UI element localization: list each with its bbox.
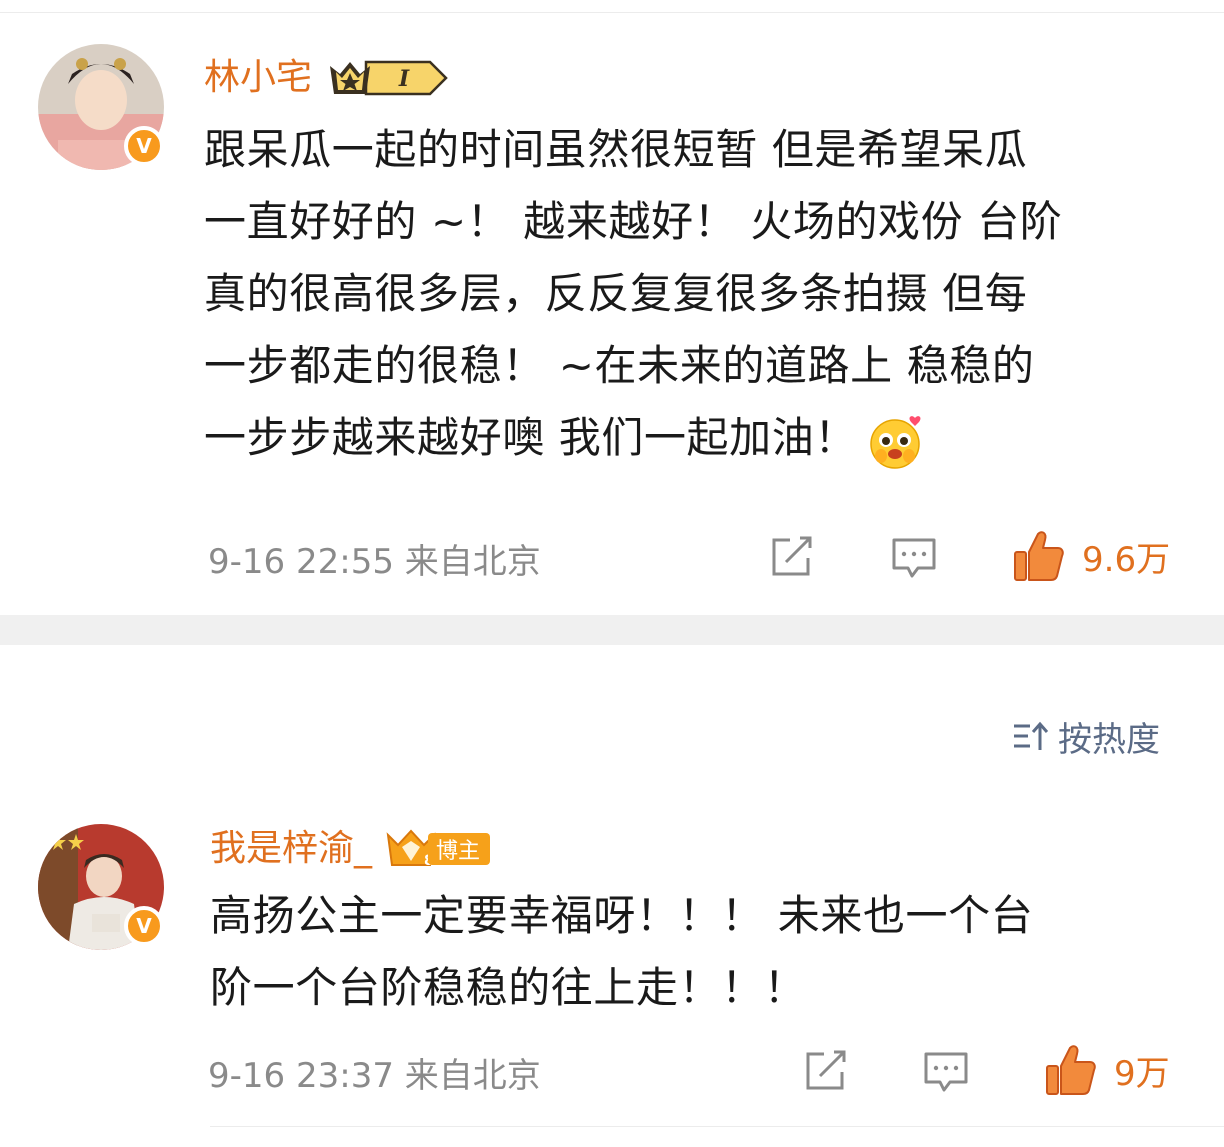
comment-text: 高扬公主一定要幸福呀！！！ 未来也一个台 阶一个台阶稳稳的往上走！！！ (210, 880, 1200, 1024)
name-row: 林小宅 I (204, 52, 450, 104)
section-divider (0, 615, 1224, 645)
like-button[interactable]: 9.6万 (1012, 528, 1170, 584)
name-row: 我是梓渝_ 8 博主 (210, 826, 491, 872)
comment-line: 阶一个台阶稳稳的往上走！！！ (210, 963, 807, 1012)
share-button[interactable] (802, 1048, 850, 1094)
sort-icon (1014, 721, 1049, 750)
verified-badge: V (124, 906, 164, 946)
comment-time: 9-16 22:55 (208, 542, 394, 582)
verified-badge: V (124, 126, 164, 166)
username[interactable]: 我是梓渝_ (210, 827, 372, 871)
comment-icon (892, 538, 936, 578)
like-icon (1014, 531, 1064, 581)
comment-line: 一步都走的很稳！ ~在未来的道路上 稳稳的 (204, 341, 1035, 390)
sort-label: 按热度 (1058, 720, 1160, 760)
share-button[interactable] (768, 534, 816, 580)
emoji-icon (867, 412, 925, 470)
comment-line: 真的很高很多层，反反复复很多条拍摄 但每 (204, 269, 1028, 318)
svg-text:I: I (398, 66, 410, 92)
comment-line-last: 一步步越来越好噢 我们一起加油！ (204, 402, 1194, 474)
crown-badge-icon[interactable]: I (326, 56, 450, 100)
share-icon (772, 536, 812, 576)
comment-meta: 9-16 23:37 来自北京 (208, 1048, 541, 1097)
comment-item: V 林小宅 I 跟呆瓜一起的时间虽然很短暂 但是希望呆瓜 一直好好的 ~！ 越来… (0, 30, 1224, 610)
like-count: 9.6万 (1082, 539, 1171, 580)
username[interactable]: 林小宅 (204, 56, 312, 100)
comment-item: V 我是梓渝_ 8 博主 高扬公主一定要幸福呀！！！ 未来也一个台 阶一个台阶稳… (0, 800, 1224, 1140)
comment-line: 一直好好的 ~！ 越来越好！ 火场的戏份 台阶 (204, 197, 1063, 246)
comment-line-text: 一步步越来越好噢 我们一起加油！ (204, 413, 857, 462)
like-button[interactable]: 9万 (1044, 1042, 1170, 1098)
blogger-tag: 博主 (428, 833, 491, 865)
comment-location: 来自北京 (404, 1056, 541, 1096)
blogger-badge[interactable]: 8 博主 (384, 827, 491, 871)
comment-meta: 9-16 22:55 来自北京 (208, 534, 541, 583)
comment-time: 9-16 23:37 (208, 1056, 394, 1096)
comment-line: 高扬公主一定要幸福呀！！！ 未来也一个台 (210, 891, 1034, 940)
sort-toggle[interactable]: 按热度 (1010, 712, 1160, 761)
comments-page: V 林小宅 I 跟呆瓜一起的时间虽然很短暂 但是希望呆瓜 一直好好的 ~！ 越来… (0, 0, 1224, 1147)
share-icon (806, 1050, 846, 1090)
divider (0, 12, 1224, 13)
like-icon (1046, 1045, 1096, 1095)
comment-text: 跟呆瓜一起的时间虽然很短暂 但是希望呆瓜 一直好好的 ~！ 越来越好！ 火场的戏… (204, 114, 1194, 474)
divider (210, 1126, 1224, 1127)
comment-line: 跟呆瓜一起的时间虽然很短暂 但是希望呆瓜 (204, 125, 1028, 174)
comment-location: 来自北京 (404, 542, 541, 582)
comment-button[interactable] (922, 1050, 970, 1094)
comment-button[interactable] (890, 536, 938, 580)
comment-icon (924, 1052, 968, 1092)
like-count: 9万 (1114, 1053, 1170, 1094)
